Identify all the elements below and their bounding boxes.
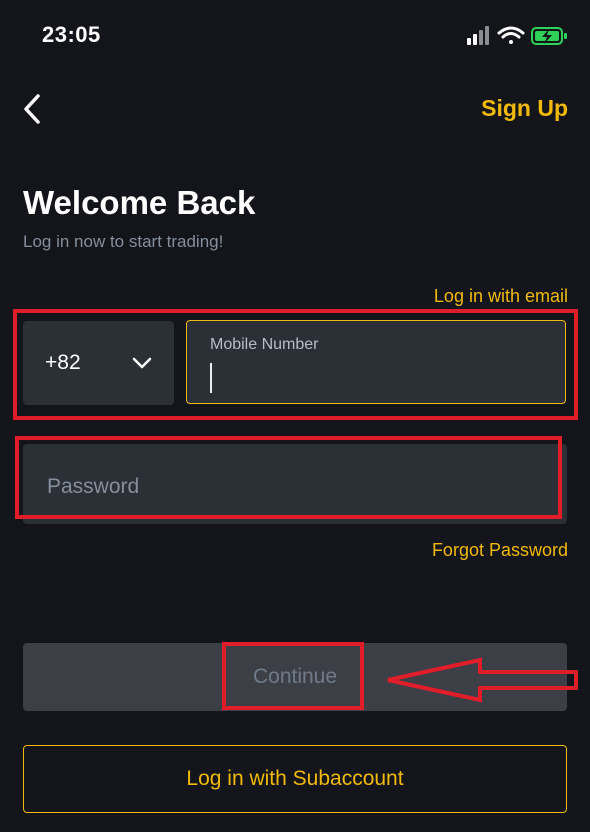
signal-icon [467,26,489,45]
country-code-value: +82 [45,351,81,374]
password-placeholder: Password [47,475,140,498]
forgot-password-link[interactable]: Forgot Password [432,540,568,561]
page-title: Welcome Back [23,184,256,221]
wifi-icon [497,26,525,44]
battery-charging-icon [531,27,567,45]
chevron-left-icon [24,94,40,124]
login-with-subaccount-button[interactable]: Log in with Subaccount [23,745,567,813]
mobile-number-label: Mobile Number [210,336,319,353]
back-button[interactable] [20,92,50,126]
subaccount-label: Log in with Subaccount [186,767,404,790]
page-subtitle: Log in now to start trading! [23,232,224,251]
text-cursor [210,363,212,393]
status-icons [466,24,570,48]
password-field[interactable]: Password [23,444,567,524]
annotation-arrow [384,656,580,704]
country-code-select[interactable]: +82 [23,321,174,405]
sign-up-link[interactable]: Sign Up [481,95,568,122]
mobile-number-field[interactable]: Mobile Number [186,320,566,404]
chevron-down-icon [132,357,152,369]
status-time: 23:05 [42,22,101,47]
login-with-email-link[interactable]: Log in with email [434,286,568,307]
